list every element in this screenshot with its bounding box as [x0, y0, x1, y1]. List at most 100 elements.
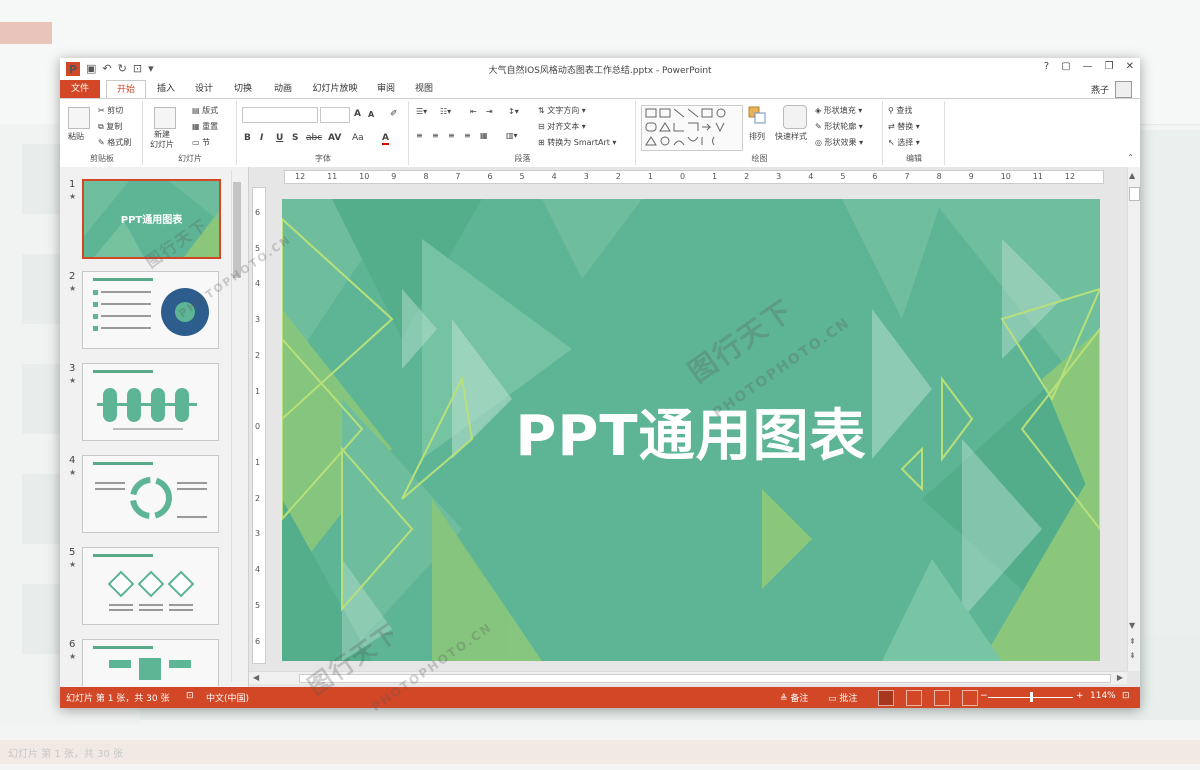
- next-slide-icon[interactable]: ⇟: [1129, 651, 1136, 660]
- shape-outline-button[interactable]: ✎ 形状轮廓 ▾: [815, 121, 863, 132]
- format-painter-button[interactable]: ✎ 格式刷: [98, 137, 131, 148]
- avatar[interactable]: [1115, 81, 1132, 98]
- justify-button[interactable]: ≡: [464, 131, 471, 140]
- increase-indent-button[interactable]: ⇥: [486, 107, 493, 116]
- scroll-left-icon[interactable]: ◀: [253, 673, 259, 682]
- clear-format-icon[interactable]: ✐: [390, 109, 398, 119]
- previous-slide-icon[interactable]: ⇞: [1129, 637, 1136, 646]
- quick-styles-button[interactable]: 快速样式: [775, 131, 807, 142]
- strikethrough-button[interactable]: abc: [306, 133, 322, 143]
- collapse-ribbon-icon[interactable]: ⌃: [1127, 153, 1134, 162]
- align-text-button[interactable]: ⊟ 对齐文本 ▾: [538, 121, 586, 132]
- replace-button[interactable]: ⇄ 替换 ▾: [888, 121, 920, 132]
- editor-vertical-scrollbar[interactable]: ▲ ▼ ⇞ ⇟: [1127, 167, 1140, 671]
- align-left-button[interactable]: ≡: [416, 131, 423, 140]
- line-spacing-button[interactable]: ↕▾: [508, 107, 519, 116]
- paste-icon[interactable]: [68, 107, 90, 129]
- layout-button[interactable]: ▤ 版式: [192, 105, 218, 116]
- shadow-button[interactable]: S: [292, 133, 298, 143]
- numbering-button[interactable]: ☷▾: [440, 107, 451, 116]
- tab-view[interactable]: 视图: [408, 80, 440, 98]
- zoom-level[interactable]: 114%: [1090, 691, 1116, 701]
- change-case-button[interactable]: Aa: [352, 133, 364, 143]
- zoom-in-button[interactable]: +: [1076, 691, 1084, 701]
- tab-design[interactable]: 设计: [188, 80, 220, 98]
- paste-button[interactable]: 粘贴: [68, 131, 84, 142]
- font-size-select[interactable]: [320, 107, 350, 123]
- reset-button[interactable]: ▦ 重置: [192, 121, 218, 132]
- align-right-button[interactable]: ≡: [448, 131, 455, 140]
- tab-file[interactable]: 文件: [60, 80, 100, 98]
- tab-animations[interactable]: 动画: [266, 80, 300, 98]
- new-slide-icon[interactable]: [154, 107, 176, 129]
- tab-transitions[interactable]: 切换: [226, 80, 260, 98]
- vertical-scroll-thumb[interactable]: [1129, 187, 1140, 201]
- italic-button[interactable]: I: [260, 133, 263, 143]
- scroll-right-icon[interactable]: ▶: [1117, 673, 1123, 682]
- ruler-tick-label: 9: [391, 172, 397, 181]
- slide-canvas[interactable]: PPT通用图表: [282, 199, 1100, 661]
- font-name-select[interactable]: [242, 107, 318, 123]
- notes-button[interactable]: ≜ 备注: [780, 691, 808, 704]
- new-slide-button-line2[interactable]: 幻灯片: [150, 139, 174, 150]
- user-account[interactable]: 燕子: [1091, 81, 1132, 98]
- editor-horizontal-scrollbar[interactable]: ◀ ▶: [249, 671, 1127, 684]
- tab-slideshow[interactable]: 幻灯片放映: [306, 80, 364, 98]
- bullets-button[interactable]: ☰▾: [416, 107, 427, 116]
- comment-icon: ▭: [828, 694, 837, 704]
- quick-styles-icon[interactable]: [783, 105, 807, 129]
- shape-effects-button[interactable]: ◎ 形状效果 ▾: [815, 137, 863, 148]
- thumbnail-scrollbar[interactable]: [231, 170, 242, 682]
- shrink-font-button[interactable]: A: [368, 110, 374, 119]
- restore-button[interactable]: ❐: [1105, 61, 1114, 72]
- align-center-button[interactable]: ≡: [432, 131, 439, 140]
- select-button[interactable]: ↖ 选择 ▾: [888, 137, 920, 148]
- animation-star-icon: ★: [69, 284, 77, 293]
- distributed-button[interactable]: ▦: [480, 131, 488, 140]
- ribbon-display-button[interactable]: ▢: [1061, 61, 1070, 72]
- slide-thumbnail-5[interactable]: [82, 547, 219, 625]
- reading-view-button[interactable]: [934, 690, 950, 706]
- zoom-out-button[interactable]: −: [980, 691, 988, 701]
- arrange-icon[interactable]: [747, 105, 767, 127]
- minimize-button[interactable]: —: [1083, 61, 1093, 72]
- slide-sorter-button[interactable]: [906, 690, 922, 706]
- tab-home[interactable]: 开始: [106, 80, 146, 99]
- smartart-button[interactable]: ⊞ 转换为 SmartArt ▾: [538, 137, 616, 148]
- slide-title[interactable]: PPT通用图表: [282, 391, 1100, 472]
- text-direction-button[interactable]: ⇅ 文字方向 ▾: [538, 105, 586, 116]
- fit-to-window-icon[interactable]: ⊡: [1122, 691, 1130, 701]
- tab-insert[interactable]: 插入: [150, 80, 182, 98]
- slideshow-view-button[interactable]: [962, 690, 978, 706]
- find-button[interactable]: ⚲ 查找: [888, 105, 912, 116]
- underline-button[interactable]: U: [276, 133, 283, 143]
- comments-button[interactable]: ▭ 批注: [828, 691, 857, 704]
- slide-thumbnail-6[interactable]: [82, 639, 219, 686]
- language-indicator[interactable]: 中文(中国): [206, 691, 249, 704]
- font-color-button[interactable]: A: [382, 133, 389, 145]
- shapes-gallery[interactable]: [641, 105, 743, 151]
- bold-button[interactable]: B: [244, 133, 251, 143]
- cut-button[interactable]: ✂ 剪切: [98, 105, 123, 116]
- close-button[interactable]: ✕: [1126, 61, 1134, 72]
- columns-button[interactable]: ▥▾: [506, 131, 518, 140]
- ruler-tick-label: 2: [744, 172, 750, 181]
- decrease-indent-button[interactable]: ⇤: [470, 107, 477, 116]
- copy-button[interactable]: ⧉ 复制: [98, 121, 122, 132]
- grow-font-button[interactable]: A: [354, 109, 361, 119]
- char-spacing-button[interactable]: AV: [328, 133, 341, 143]
- tab-review[interactable]: 审阅: [370, 80, 402, 98]
- spellcheck-icon[interactable]: ⊡: [186, 691, 194, 701]
- section-button[interactable]: ▭ 节: [192, 137, 210, 148]
- slide-thumbnail-3[interactable]: [82, 363, 219, 441]
- normal-view-button[interactable]: [878, 690, 894, 706]
- arrange-button[interactable]: 排列: [749, 131, 765, 142]
- ruler-tick-label: 1: [255, 386, 261, 396]
- bg-statusbar: 幻灯片 第 1 张，共 30 张: [0, 740, 1200, 764]
- help-button[interactable]: ?: [1044, 61, 1049, 72]
- zoom-slider-handle[interactable]: [1030, 692, 1033, 702]
- slide-thumbnail-4[interactable]: [82, 455, 219, 533]
- shape-fill-button[interactable]: ◈ 形状填充 ▾: [815, 105, 862, 116]
- scroll-down-icon[interactable]: ▼: [1129, 621, 1135, 630]
- scroll-up-icon[interactable]: ▲: [1129, 171, 1135, 180]
